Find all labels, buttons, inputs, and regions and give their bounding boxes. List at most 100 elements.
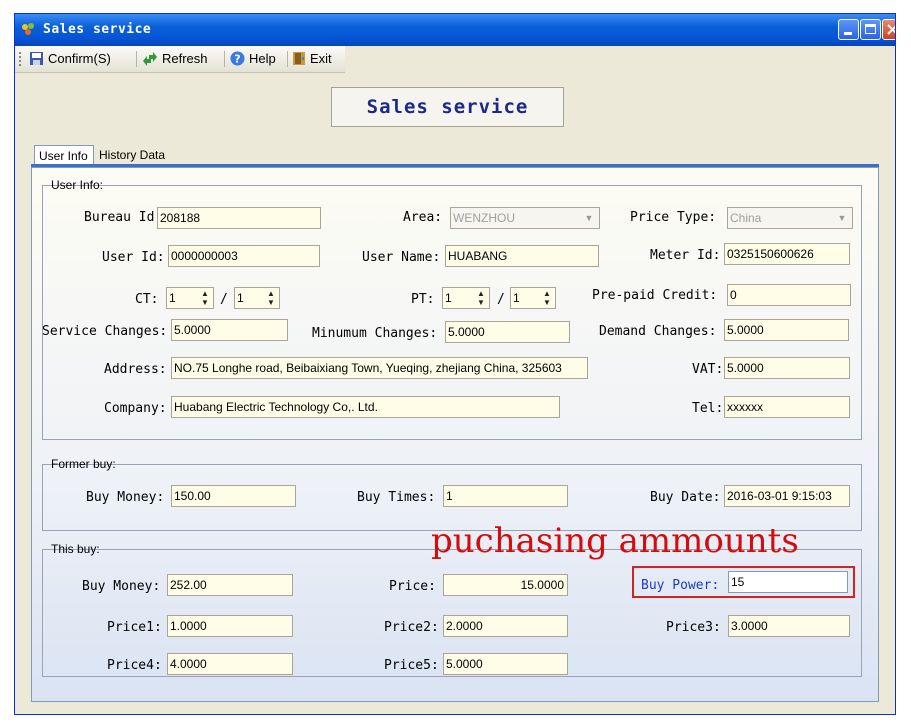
user-name-field[interactable]: HUABANG — [445, 245, 599, 267]
former-buy-times-field[interactable]: 1 — [443, 485, 568, 507]
pt-label: PT: — [411, 292, 435, 307]
user-name-label: User Name: — [362, 250, 441, 265]
this-buy-money-label: Buy Money: — [82, 579, 161, 594]
group-label: User Info: — [51, 178, 104, 192]
refresh-label: Refresh — [162, 51, 208, 66]
toolbar: Confirm(S) Refresh ? Help Exit — [15, 46, 345, 73]
tab-history-data[interactable]: History Data — [95, 145, 185, 165]
price4-label: Price4: — [107, 658, 162, 673]
confirm-label: Confirm(S) — [48, 51, 111, 66]
price2-label: Price2: — [384, 620, 439, 635]
ct-numerator-stepper[interactable]: 1 ▲ ▼ — [166, 287, 214, 309]
prepaid-credit-label: Pre-paid Credit: — [592, 288, 718, 303]
price-field[interactable]: 15.0000 — [443, 574, 568, 596]
ct-separator: / — [220, 292, 228, 307]
tab-user-info[interactable]: User Info — [34, 145, 94, 165]
pt-numerator-stepper[interactable]: 1 ▲ ▼ — [442, 287, 490, 309]
former-buy-money-field[interactable]: 150.00 — [171, 485, 296, 507]
this-buy-money-field[interactable]: 252.00 — [167, 574, 293, 596]
user-id-field[interactable]: 0000000003 — [168, 245, 320, 267]
vat-label: VAT: — [692, 362, 724, 377]
demand-changes-field[interactable]: 5.0000 — [724, 319, 849, 341]
toolbar-separator — [136, 51, 137, 67]
maximize-icon — [865, 24, 876, 34]
price-label: Price: — [389, 579, 436, 594]
help-icon: ? — [230, 51, 245, 66]
confirm-button[interactable]: Confirm(S) — [29, 51, 111, 66]
buy-power-field[interactable]: 15 — [728, 571, 848, 593]
area-label: Area: — [403, 210, 443, 225]
bureau-id-label: Bureau Id: — [84, 210, 163, 225]
user-id-label: User Id: — [102, 250, 165, 265]
service-changes-field[interactable]: 5.0000 — [171, 319, 288, 341]
price5-label: Price5: — [384, 658, 439, 673]
address-label: Address: — [104, 362, 167, 377]
tab-label: User Info — [39, 149, 88, 163]
bureau-id-field[interactable]: 208188 — [157, 207, 321, 229]
help-label: Help — [249, 51, 276, 66]
minimize-icon — [844, 32, 852, 35]
spin-arrows-icon[interactable]: ▲ ▼ — [540, 289, 554, 307]
minimum-changes-label: Minumum Changes: — [312, 326, 438, 341]
ct-label: CT: — [135, 292, 159, 307]
close-icon — [887, 24, 895, 35]
save-icon — [30, 52, 43, 65]
toolbar-grip[interactable] — [19, 52, 23, 66]
meter-id-label: Meter Id: — [650, 248, 721, 263]
pt-denominator-stepper[interactable]: 1 ▲ ▼ — [510, 287, 556, 309]
vat-field[interactable]: 5.0000 — [724, 357, 850, 379]
buy-power-label: Buy Power: — [641, 578, 720, 593]
area-value: WENZHOU — [453, 211, 515, 225]
price4-field[interactable]: 4.0000 — [167, 653, 293, 675]
toolbar-separator — [287, 51, 288, 67]
area-dropdown[interactable]: WENZHOU ▼ — [450, 207, 600, 229]
price1-field[interactable]: 1.0000 — [167, 615, 293, 637]
price3-field[interactable]: 3.0000 — [728, 615, 850, 637]
refresh-button[interactable]: Refresh — [142, 51, 208, 66]
price-type-label: Price Type: — [630, 210, 717, 225]
prepaid-credit-field[interactable]: 0 — [727, 284, 851, 306]
exit-door-icon — [293, 52, 305, 65]
chevron-down-icon: ▼ — [837, 213, 847, 223]
meter-id-field[interactable]: 0325150600626 — [724, 243, 850, 265]
maximize-button[interactable] — [860, 19, 881, 40]
former-buy-money-label: Buy Money: — [86, 490, 165, 505]
spin-arrows-icon[interactable]: ▲ ▼ — [198, 289, 212, 307]
minimum-changes-field[interactable]: 5.0000 — [445, 321, 570, 343]
former-buy-date-field[interactable]: 2016-03-01 9:15:03 — [724, 485, 850, 507]
price-type-dropdown[interactable]: China ▼ — [727, 207, 853, 229]
service-changes-label: Service Changes: — [42, 324, 168, 339]
exit-label: Exit — [310, 51, 332, 66]
ct-denominator-value: 1 — [237, 291, 244, 305]
help-button[interactable]: ? Help — [230, 51, 276, 66]
company-field[interactable]: Huabang Electric Technology Co,. Ltd. — [171, 396, 560, 418]
refresh-icon — [143, 51, 157, 66]
group-label: Former buy: — [51, 457, 116, 471]
tab-panel-user-info: User Info: Bureau Id: 208188 Area: WENZH… — [31, 167, 879, 702]
price-type-value: China — [730, 211, 762, 225]
former-buy-times-label: Buy Times: — [357, 490, 436, 505]
page-title: Sales service — [331, 87, 564, 127]
title-bar[interactable]: Sales service — [15, 14, 895, 46]
close-button[interactable] — [882, 19, 895, 40]
window-title: Sales service — [43, 22, 152, 37]
ct-denominator-stepper[interactable]: 1 ▲ ▼ — [234, 287, 280, 309]
pt-separator: / — [497, 292, 505, 307]
tel-field[interactable]: xxxxxx — [724, 396, 850, 418]
toolbar-separator — [224, 51, 225, 67]
former-buy-date-label: Buy Date: — [650, 490, 721, 505]
price2-field[interactable]: 2.0000 — [443, 615, 568, 637]
group-label: This buy: — [51, 542, 100, 556]
ct-numerator-value: 1 — [169, 291, 176, 305]
company-label: Company: — [104, 401, 167, 416]
tel-label: Tel: — [692, 401, 724, 416]
exit-button[interactable]: Exit — [292, 51, 332, 66]
app-icon — [22, 23, 34, 35]
minimize-button[interactable] — [838, 19, 859, 40]
spin-arrows-icon[interactable]: ▲ ▼ — [474, 289, 488, 307]
price5-field[interactable]: 5.0000 — [443, 653, 568, 675]
demand-changes-label: Demand Changes: — [599, 324, 717, 339]
tab-label: History Data — [99, 148, 166, 162]
spin-arrows-icon[interactable]: ▲ ▼ — [264, 289, 278, 307]
address-field[interactable]: NO.75 Longhe road, Beibaixiang Town, Yue… — [171, 357, 588, 379]
